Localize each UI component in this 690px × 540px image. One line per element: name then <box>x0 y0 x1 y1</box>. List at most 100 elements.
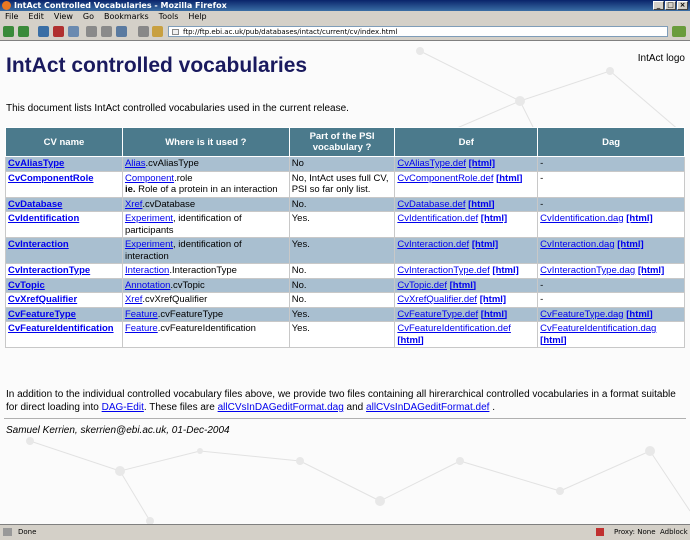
psi-value: No, IntAct uses full CV, PSI so far only… <box>291 172 389 196</box>
home-icon[interactable] <box>68 26 79 37</box>
def-link[interactable]: CvInteractionType.def <box>397 265 489 276</box>
def-cell: CvFeatureIdentification.def [html] <box>394 321 539 348</box>
print-icon[interactable] <box>86 26 97 37</box>
dag-none: - <box>540 198 544 210</box>
where-used-link[interactable]: Experiment <box>125 239 173 250</box>
dag-cell: CvIdentification.dag [html] <box>537 211 685 238</box>
reload-icon[interactable] <box>38 26 49 37</box>
where-used-link[interactable]: Xref <box>125 294 142 305</box>
table-row: CvTopic Annotation.cvTopic No. CvTopic.def … <box>5 277 685 293</box>
def-html-link[interactable]: [html] <box>468 199 494 210</box>
where-used-link[interactable]: Xref <box>125 199 142 210</box>
def-link[interactable]: CvXrefQualifier.def <box>397 294 477 305</box>
minimize-button[interactable]: _ <box>653 1 664 10</box>
dagedit-link[interactable]: DAG-Edit <box>102 402 144 413</box>
dag-cell: - <box>537 196 685 212</box>
dag-html-link[interactable]: [html] <box>617 239 643 250</box>
where-used-cell: Interaction.InteractionType <box>121 263 290 279</box>
cv-name-cell: CvXrefQualifier <box>5 292 123 308</box>
mail-icon[interactable] <box>116 26 127 37</box>
col-header-dag: Dag <box>537 127 685 157</box>
back-icon[interactable] <box>3 26 14 37</box>
dag-none: - <box>540 158 544 169</box>
def-link[interactable]: CvTopic.def <box>397 280 447 291</box>
go-button[interactable] <box>672 26 686 37</box>
cv-name-link[interactable]: CvTopic <box>8 280 45 291</box>
menu-file[interactable]: File <box>0 11 23 23</box>
where-used-link[interactable]: Experiment <box>125 213 173 224</box>
menu-tools[interactable]: Tools <box>154 11 184 23</box>
dag-html-link[interactable]: [html] <box>638 265 664 276</box>
where-used-text: .cvTopic <box>170 279 205 291</box>
cv-name-cell: CvDatabase <box>5 196 123 212</box>
table-row: CvInteractionType Interaction.Interaction… <box>5 263 685 279</box>
address-bar[interactable]: ftp://ftp.ebi.ac.uk/pub/databases/intact… <box>168 26 668 37</box>
def-html-link[interactable]: [html] <box>469 158 495 169</box>
all-cvs-dag-link[interactable]: allCVsInDAGeditFormat.dag <box>218 402 344 413</box>
history-icon[interactable] <box>101 26 112 37</box>
def-html-link[interactable]: [html] <box>481 309 507 320</box>
menu-view[interactable]: View <box>49 11 78 23</box>
cv-name-link[interactable]: CvComponentRole <box>8 173 94 184</box>
dag-html-link[interactable]: [html] <box>626 213 652 224</box>
dag-html-link[interactable]: [html] <box>540 335 566 346</box>
close-button[interactable]: × <box>677 1 688 10</box>
cv-name-link[interactable]: CvIdentification <box>8 213 79 224</box>
dag-link[interactable]: CvFeatureIdentification.dag <box>540 323 656 334</box>
ie-label: ie. <box>124 184 136 195</box>
def-link[interactable]: CvInteraction.def <box>397 239 469 250</box>
menu-help[interactable]: Help <box>183 11 211 23</box>
adblock-status[interactable]: Adblock <box>660 525 688 539</box>
def-html-link[interactable]: [html] <box>480 294 506 305</box>
cv-name-link[interactable]: CvInteraction <box>8 239 69 250</box>
where-used-link[interactable]: Component <box>125 173 174 184</box>
dag-link[interactable]: CvInteraction.dag <box>540 239 614 250</box>
table-row: CvInteraction Experiment, identification … <box>5 237 685 264</box>
cv-name-link[interactable]: CvAliasType <box>8 158 64 169</box>
def-html-link[interactable]: [html] <box>496 173 522 184</box>
proxy-status[interactable]: Proxy: None <box>614 525 656 539</box>
cv-name-cell: CvComponentRole <box>5 170 123 198</box>
table-row: CvFeatureType Feature.cvFeatureType Yes. Cv… <box>5 306 685 322</box>
def-html-link[interactable]: [html] <box>397 335 423 346</box>
where-used-link[interactable]: Feature <box>125 323 158 334</box>
stop-icon[interactable] <box>53 26 64 37</box>
cv-name-link[interactable]: CvFeatureType <box>8 309 76 320</box>
cv-name-link[interactable]: CvInteractionType <box>8 265 90 276</box>
dag-link[interactable]: CvInteractionType.dag <box>540 265 635 276</box>
def-html-link[interactable]: [html] <box>492 265 518 276</box>
def-html-link[interactable]: [html] <box>472 239 498 250</box>
def-link[interactable]: CvComponentRole.def <box>397 173 493 184</box>
menu-edit[interactable]: Edit <box>23 11 49 23</box>
where-used-link[interactable]: Interaction <box>125 265 169 276</box>
cv-name-link[interactable]: CvDatabase <box>8 199 62 210</box>
dag-html-link[interactable]: [html] <box>626 309 652 320</box>
intact-logo: IntAct logo <box>637 53 685 64</box>
security-lock-icon[interactable] <box>152 26 163 37</box>
cv-name-link[interactable]: CvXrefQualifier <box>8 294 77 305</box>
cv-name-cell: CvFeatureIdentification <box>5 321 123 348</box>
popup-blocked-icon[interactable] <box>596 528 604 536</box>
cv-name-link[interactable]: CvFeatureIdentification <box>8 323 114 334</box>
def-link[interactable]: CvAliasType.def <box>397 158 466 169</box>
all-cvs-def-link[interactable]: allCVsInDAGeditFormat.def <box>366 402 489 413</box>
forward-icon[interactable] <box>18 26 29 37</box>
def-link[interactable]: CvFeatureType.def <box>397 309 478 320</box>
menu-bookmarks[interactable]: Bookmarks <box>99 11 154 23</box>
def-link[interactable]: CvIdentification.def <box>397 213 478 224</box>
def-html-link[interactable]: [html] <box>481 213 507 224</box>
bookmark-icon[interactable] <box>138 26 149 37</box>
dag-link[interactable]: CvFeatureType.dag <box>540 309 623 320</box>
where-used-cell: Xref.cvXrefQualifier <box>121 292 290 308</box>
where-used-link[interactable]: Annotation <box>125 280 170 291</box>
menu-go[interactable]: Go <box>78 11 99 23</box>
def-link[interactable]: CvFeatureIdentification.def <box>397 323 511 334</box>
where-used-link[interactable]: Feature <box>125 309 158 320</box>
maximize-button[interactable]: □ <box>665 1 676 10</box>
where-used-cell: Feature.cvFeatureType <box>121 306 290 322</box>
dag-link[interactable]: CvIdentification.dag <box>540 213 623 224</box>
def-html-link[interactable]: [html] <box>450 280 476 291</box>
def-link[interactable]: CvDatabase.def <box>397 199 465 210</box>
page-icon <box>172 29 179 35</box>
where-used-link[interactable]: Alias <box>125 158 146 169</box>
